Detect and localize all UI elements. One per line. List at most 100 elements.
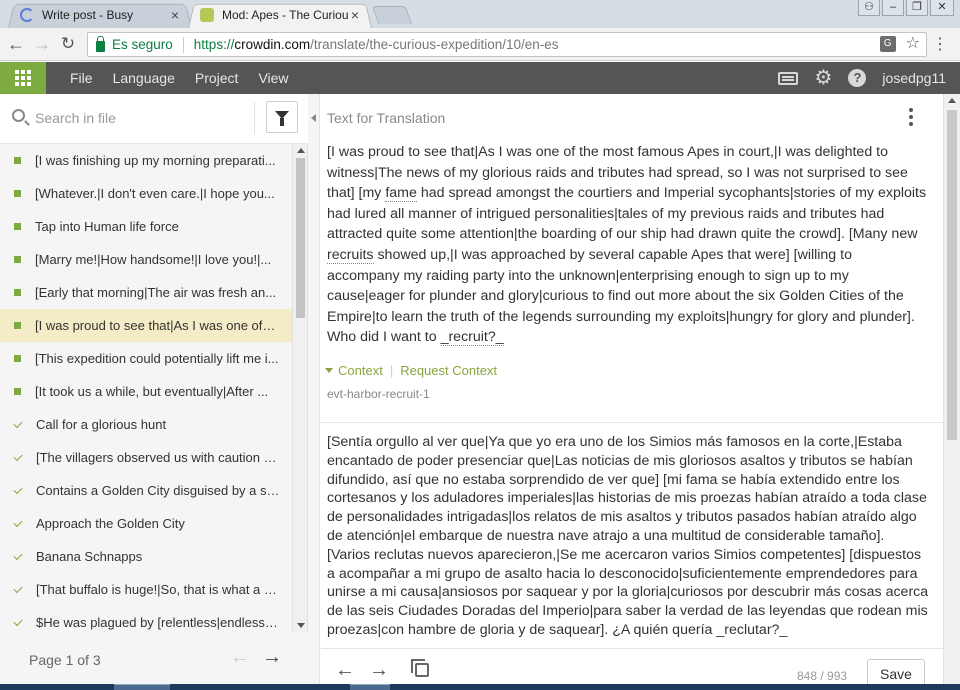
- minimize-icon[interactable]: –: [882, 0, 904, 16]
- search-divider: [254, 102, 255, 134]
- string-list-item[interactable]: [I was proud to see that|As I was one of…: [0, 309, 292, 342]
- filter-button[interactable]: [266, 101, 298, 133]
- busy-favicon-icon: [20, 8, 34, 22]
- string-item-text: [I was proud to see that|As I was one of…: [35, 318, 279, 333]
- string-item-text: Tap into Human life force: [35, 219, 179, 234]
- string-list-item[interactable]: [Early that morning|The air was fresh an…: [0, 276, 292, 309]
- tab-close-icon[interactable]: ×: [168, 7, 182, 23]
- menu-language[interactable]: Language: [113, 70, 175, 86]
- string-list-item[interactable]: $He was plagued by [relentless|endless] …: [0, 606, 292, 632]
- omnibox-divider: [182, 36, 184, 53]
- untranslated-status-icon: [14, 256, 21, 263]
- username[interactable]: josedpg11: [882, 70, 946, 86]
- string-item-text: [Marry me!|How handsome!|I love you!|...: [35, 252, 272, 267]
- os-taskbar: [0, 684, 960, 690]
- glossary-term[interactable]: recruits: [327, 246, 374, 264]
- browser-tab-busy[interactable]: Write post - Busy ×: [8, 2, 192, 28]
- previous-page-icon[interactable]: ←: [230, 646, 250, 669]
- url-field[interactable]: Es seguro https://crowdin.com/translate/…: [87, 32, 927, 57]
- forward-arrow-icon[interactable]: →: [32, 34, 52, 54]
- app-navbar: File Language Project View ⚙ ? josedpg11: [0, 62, 960, 94]
- untranslated-status-icon: [14, 355, 21, 362]
- string-list-item[interactable]: [This expedition could potentially lift …: [0, 342, 292, 375]
- back-arrow-icon[interactable]: ←: [6, 34, 26, 54]
- url-path: /translate/the-curious-expedition/10/en-…: [310, 37, 559, 52]
- translation-textarea[interactable]: [Sentía orgullo al ver que|Ya que yo era…: [327, 433, 929, 640]
- editor-scroll-thumb[interactable]: [947, 110, 957, 440]
- string-item-text: [Whatever.|I don't even care.|I hope you…: [35, 186, 275, 201]
- string-list-panel: [I was finishing up my morning preparati…: [0, 94, 308, 690]
- bookmark-star-icon[interactable]: ☆: [906, 36, 920, 52]
- string-list-item[interactable]: [Whatever.|I don't even care.|I hope you…: [0, 177, 292, 210]
- help-icon[interactable]: ?: [848, 69, 867, 87]
- tab-title: Mod: Apes - The Curious: [222, 8, 348, 22]
- menu-view[interactable]: View: [258, 70, 288, 86]
- translated-check-icon: [13, 550, 23, 560]
- translated-check-icon: [13, 418, 23, 428]
- restore-icon[interactable]: ❐: [906, 0, 928, 16]
- translated-check-icon: [13, 583, 23, 593]
- keyboard-icon[interactable]: [778, 71, 799, 85]
- address-bar: ← → ↻ Es seguro https://crowdin.com/tran…: [0, 28, 960, 61]
- browser-menu-icon[interactable]: ⋮: [932, 36, 948, 54]
- string-list-item[interactable]: [It took us a while, but eventually|Afte…: [0, 375, 292, 408]
- translated-check-icon: [13, 451, 23, 461]
- list-scrollbar[interactable]: [292, 144, 307, 632]
- char-count: 848 / 993: [797, 669, 848, 683]
- string-item-text: [I was finishing up my morning preparati…: [35, 153, 276, 168]
- editor-scrollbar[interactable]: [943, 94, 960, 690]
- gear-icon[interactable]: ⚙: [814, 68, 832, 88]
- close-window-icon[interactable]: ✕: [930, 0, 954, 16]
- untranslated-status-icon: [14, 223, 21, 230]
- string-list-item[interactable]: Tap into Human life force: [0, 210, 292, 243]
- browser-tab-crowdin[interactable]: Mod: Apes - The Curious ×: [188, 2, 372, 28]
- collapse-arrow-icon[interactable]: [311, 114, 316, 122]
- string-list-item[interactable]: Call for a glorious hunt: [0, 408, 292, 441]
- new-tab-button[interactable]: [371, 6, 413, 24]
- menu-project[interactable]: Project: [195, 70, 239, 86]
- string-list-item[interactable]: [Marry me!|How handsome!|I love you!|...: [0, 243, 292, 276]
- omnibox-actions: G ☆: [879, 36, 920, 52]
- browser-tab-strip: Write post - Busy × Mod: Apes - The Curi…: [0, 0, 960, 28]
- taskbar-item[interactable]: [350, 684, 390, 690]
- tab-close-icon[interactable]: ×: [348, 7, 362, 23]
- editor-divider: [321, 422, 943, 423]
- string-list-item[interactable]: [That buffalo is huge!|So, that is what …: [0, 573, 292, 606]
- translate-icon[interactable]: G: [879, 36, 896, 52]
- glossary-term[interactable]: fame: [385, 185, 417, 203]
- scroll-down-icon[interactable]: [297, 623, 305, 628]
- glossary-term[interactable]: _recruit?_: [440, 329, 504, 347]
- menu-file[interactable]: File: [70, 70, 93, 86]
- scroll-up-icon[interactable]: [297, 148, 305, 153]
- apps-grid-icon[interactable]: [0, 62, 46, 94]
- window-controls: ⚇ – ❐ ✕: [858, 0, 954, 16]
- string-item-text: [Early that morning|The air was fresh an…: [35, 285, 277, 300]
- search-input[interactable]: [35, 108, 245, 128]
- list-scroll-thumb[interactable]: [296, 158, 305, 318]
- more-options-icon[interactable]: [909, 108, 913, 126]
- string-list-item[interactable]: [I was finishing up my morning preparati…: [0, 144, 292, 177]
- taskbar-item[interactable]: [114, 684, 170, 690]
- string-list-item[interactable]: Contains a Golden City disguised by a sh…: [0, 474, 292, 507]
- context-toggle[interactable]: Context: [338, 363, 383, 378]
- reload-icon[interactable]: ↻: [58, 34, 78, 54]
- next-string-icon[interactable]: →: [369, 659, 389, 682]
- next-page-icon[interactable]: →: [262, 646, 282, 669]
- scroll-up-icon[interactable]: [948, 98, 956, 103]
- copy-source-icon[interactable]: [411, 659, 429, 677]
- app-nav-actions: ⚙ ? josedpg11: [778, 62, 946, 94]
- request-context-link[interactable]: Request Context: [400, 363, 497, 378]
- previous-string-icon[interactable]: ←: [335, 659, 355, 682]
- profile-icon[interactable]: ⚇: [858, 0, 880, 16]
- context-separator: |: [389, 363, 394, 378]
- untranslated-status-icon: [14, 322, 21, 329]
- source-text: [I was proud to see that|As I was one of…: [327, 142, 927, 348]
- string-list-item[interactable]: Approach the Golden City: [0, 507, 292, 540]
- string-list-item[interactable]: [The villagers observed us with caution …: [0, 441, 292, 474]
- untranslated-status-icon: [14, 190, 21, 197]
- string-list-item[interactable]: Banana Schnapps: [0, 540, 292, 573]
- panel-splitter[interactable]: [308, 94, 320, 690]
- string-item-text: Contains a Golden City disguised by a sh…: [36, 483, 280, 498]
- secure-label: Es seguro: [112, 37, 173, 52]
- lock-icon: [96, 36, 105, 52]
